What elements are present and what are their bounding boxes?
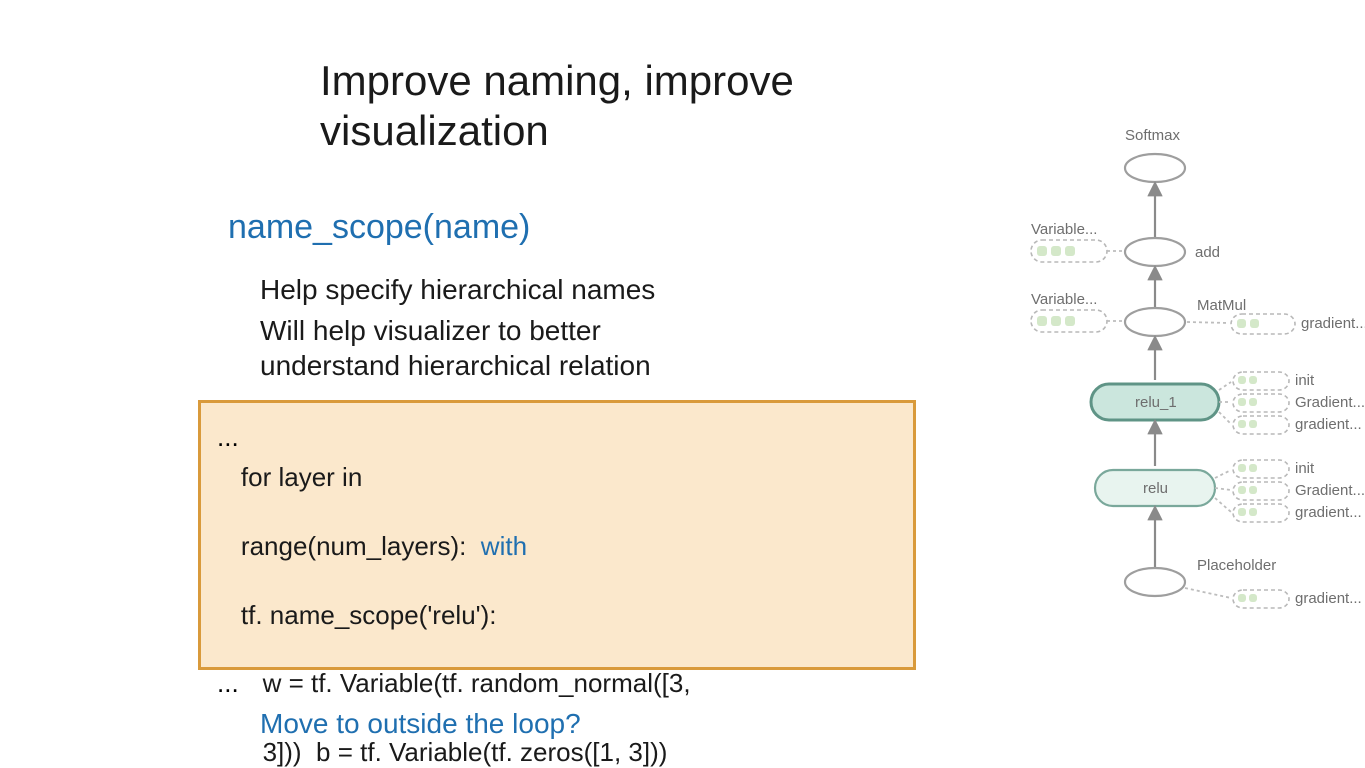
graph-label-init: init <box>1295 460 1315 477</box>
ellipsis-bottom: ... <box>217 668 239 699</box>
code-line: 3])) b = tf. Variable(tf. zeros([1, 3])) <box>241 737 668 767</box>
graph-node-placeholder <box>1125 568 1185 596</box>
tensorboard-graph: Softmax add Variable... MatMul Variable.… <box>995 110 1365 670</box>
graph-node-matmul <box>1125 308 1185 336</box>
graph-label-Gradient: Gradient... <box>1295 394 1365 411</box>
code-line: tf. name_scope('relu'): <box>241 600 497 630</box>
code-keyword-with: with <box>481 531 527 561</box>
graph-label-Gradient: Gradient... <box>1295 482 1365 499</box>
graph-label-placeholder: Placeholder <box>1197 557 1276 574</box>
slide-title: Improve naming, improve visualization <box>320 56 960 155</box>
graph-label-variable: Variable... <box>1031 291 1097 308</box>
bullet-item: Help specify hierarchical names <box>260 272 700 307</box>
code-line: w = tf. Variable(tf. random_normal([3, <box>241 668 691 698</box>
bullet-list: Help specify hierarchical names Will hel… <box>260 272 700 389</box>
graph-node-add <box>1125 238 1185 266</box>
graph-label-softmax: Softmax <box>1125 127 1181 144</box>
graph-label-init: init <box>1295 372 1315 389</box>
bottom-note: Move to outside the loop? <box>260 708 581 740</box>
code-line: range(num_layers): <box>241 531 466 561</box>
graph-node-softmax <box>1125 154 1185 182</box>
graph-label-matmul: MatMul <box>1197 297 1246 314</box>
graph-label-gradient: gradient... <box>1301 315 1365 332</box>
graph-label-add: add <box>1195 244 1220 261</box>
bullet-item: Will help visualizer to better understan… <box>260 313 700 383</box>
graph-label-relu1: relu_1 <box>1135 394 1177 411</box>
graph-label-gradient: gradient... <box>1295 416 1362 433</box>
slide: Improve naming, improve visualization na… <box>0 0 1365 768</box>
slide-subtitle: name_scope(name) <box>228 208 530 247</box>
code-line: for layer in <box>241 462 362 492</box>
graph-label-variable: Variable... <box>1031 221 1097 238</box>
graph-label-relu: relu <box>1143 480 1168 497</box>
graph-label-gradient: gradient... <box>1295 504 1362 521</box>
graph-label-gradient: gradient... <box>1295 590 1362 607</box>
